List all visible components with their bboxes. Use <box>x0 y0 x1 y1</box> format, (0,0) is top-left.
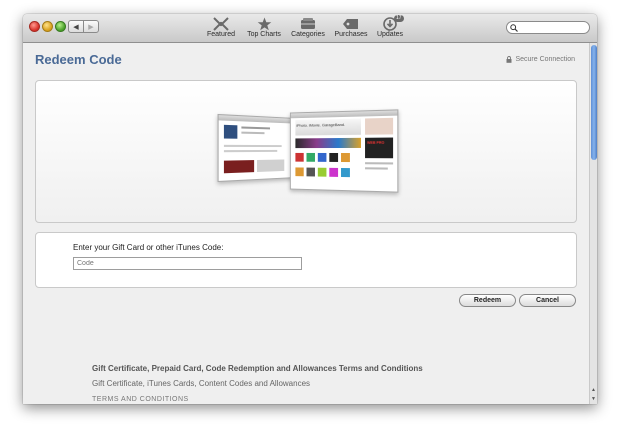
minimize-button[interactable] <box>42 21 53 32</box>
terms-section-title: TERMS AND CONDITIONS <box>92 396 189 403</box>
toolbar-top-charts-label: Top Charts <box>247 31 281 38</box>
cancel-button[interactable]: Cancel <box>519 294 576 307</box>
toolbar-top-charts[interactable]: Top Charts <box>245 16 283 38</box>
featured-icon <box>213 16 229 31</box>
redeem-button[interactable]: Redeem <box>459 294 516 307</box>
toolbar-featured-label: Featured <box>206 31 236 38</box>
toolbar-updates[interactable]: 17 Updates <box>375 15 405 38</box>
star-icon <box>257 17 271 30</box>
close-button[interactable] <box>29 21 40 32</box>
back-button[interactable]: ◀ <box>69 21 84 32</box>
scroll-down-arrow[interactable]: ▼ <box>590 395 597 403</box>
banner-headline: iPhoto. iMovie. GarageBand. <box>296 121 346 128</box>
scroll-up-arrow[interactable]: ▲ <box>590 386 597 394</box>
scroll-up-icon: ▲ <box>591 387 596 393</box>
code-field-label: Enter your Gift Card or other iTunes Cod… <box>73 243 224 252</box>
terms-heading: Gift Certificate, Prepaid Card, Code Red… <box>92 364 423 373</box>
toolbar-updates-label: Updates <box>376 31 404 38</box>
forward-arrow-icon: ▶ <box>88 23 94 31</box>
promo-banner: iPhoto. iMovie. GarageBand. WEB PRO <box>35 80 577 223</box>
redeem-code-panel: Enter your Gift Card or other iTunes Cod… <box>35 232 577 288</box>
toolbar: ◀ ▶ Featured Top Charts Categories Purch… <box>23 14 597 43</box>
nav-buttons: ◀ ▶ <box>68 20 99 33</box>
back-arrow-icon: ◀ <box>73 23 79 31</box>
terms-subheading: Gift Certificate, iTunes Cards, Content … <box>92 379 311 388</box>
vertical-scrollbar[interactable]: ▲ ▼ <box>589 43 597 404</box>
toolbar-featured[interactable]: Featured <box>204 16 238 38</box>
toolbar-categories-label: Categories <box>291 31 325 38</box>
scrollbar-thumb[interactable] <box>591 45 597 160</box>
app-store-window: ◀ ▶ Featured Top Charts Categories Purch… <box>23 14 597 404</box>
page-title: Redeem Code <box>35 52 122 67</box>
categories-icon <box>301 18 315 29</box>
zoom-button[interactable] <box>55 21 66 32</box>
toolbar-purchases-label: Purchases <box>334 31 368 38</box>
search-field[interactable] <box>506 21 590 34</box>
scroll-down-icon: ▼ <box>591 396 596 402</box>
content-area: Redeem Code Secure Connection iPhoto. iM… <box>23 43 589 404</box>
code-input[interactable] <box>73 257 302 270</box>
search-icon <box>510 23 518 32</box>
updates-badge: 17 <box>394 15 404 22</box>
lock-icon <box>506 56 512 63</box>
toolbar-purchases[interactable]: Purchases <box>333 16 369 38</box>
forward-button[interactable]: ▶ <box>84 21 98 32</box>
secure-connection: Secure Connection <box>506 56 575 63</box>
banner-app-screenshot-right: iPhoto. iMovie. GarageBand. WEB PRO <box>289 109 399 193</box>
tag-icon <box>343 18 358 29</box>
banner-app-screenshot-left <box>217 113 292 183</box>
toolbar-categories[interactable]: Categories <box>290 16 326 38</box>
secure-connection-label: Secure Connection <box>515 56 575 63</box>
